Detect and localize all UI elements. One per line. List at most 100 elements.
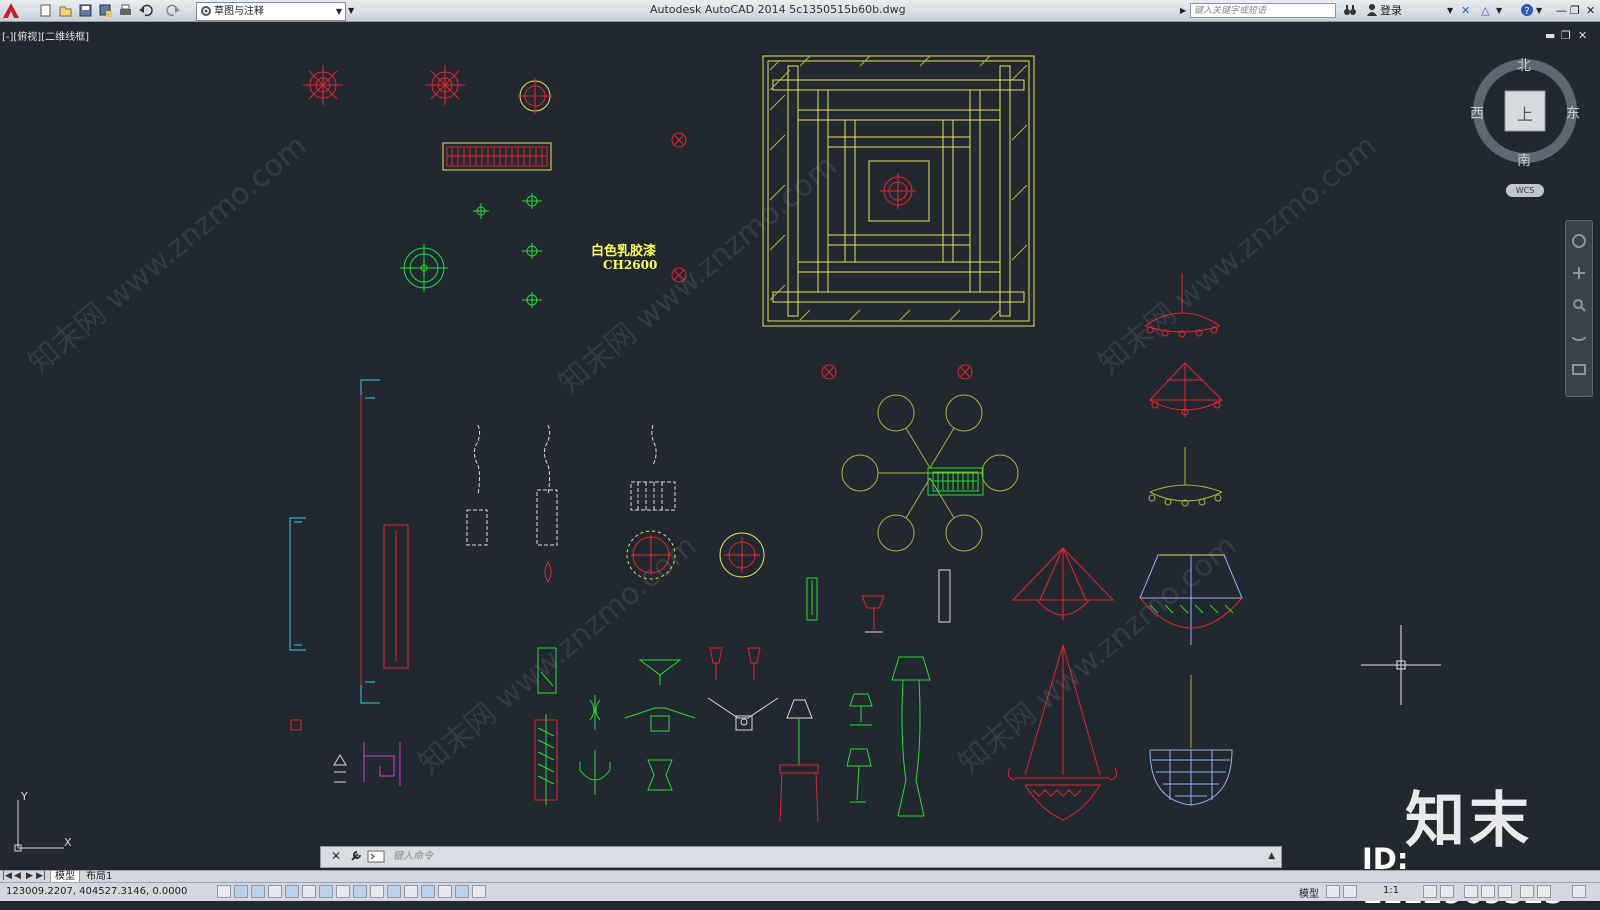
close-command-line-icon[interactable]: ✕ xyxy=(331,849,341,863)
lock-ui-icon[interactable] xyxy=(1481,885,1495,898)
open-file-icon[interactable] xyxy=(58,3,73,18)
last-tab-icon[interactable]: ▶| xyxy=(36,871,46,881)
quick-view-drawings-icon[interactable] xyxy=(1343,885,1357,898)
dynamic-input-toggle[interactable] xyxy=(370,885,384,898)
login-button[interactable]: 登录 xyxy=(1380,3,1402,18)
polar-tracking-toggle[interactable] xyxy=(285,885,299,898)
save-icon[interactable] xyxy=(78,3,93,18)
isolate-objects-icon[interactable] xyxy=(1498,885,1512,898)
close-icon[interactable]: ✕ xyxy=(1586,3,1595,18)
customize-toolbar-icon[interactable]: ▼ xyxy=(348,3,354,18)
wcs-menu[interactable]: WCS xyxy=(1506,184,1544,197)
undo-icon[interactable] xyxy=(138,3,153,18)
workspace-dropdown[interactable]: 草图与注释 ▼ xyxy=(196,2,346,21)
floor-lamp-green-short xyxy=(786,699,813,766)
pendant-cone-red xyxy=(1011,547,1115,620)
viewcube-south[interactable]: 南 xyxy=(1517,150,1531,170)
cross-marker-3 xyxy=(821,364,837,380)
steering-wheel-icon[interactable] xyxy=(1571,233,1587,249)
minimize-icon[interactable]: — xyxy=(1556,3,1567,18)
model-space-button[interactable]: 模型 xyxy=(1299,885,1319,900)
command-prompt-icon[interactable] xyxy=(367,850,385,863)
chandelier-center-grille xyxy=(927,467,984,496)
ortho-mode-toggle[interactable] xyxy=(268,885,282,898)
quick-properties-toggle[interactable] xyxy=(421,885,435,898)
clean-screen-icon[interactable] xyxy=(1537,885,1551,898)
zoom-icon[interactable] xyxy=(1571,297,1587,313)
pan-icon[interactable] xyxy=(1571,265,1587,281)
annotation-monitor-toggle[interactable] xyxy=(455,885,469,898)
viewcube-east[interactable]: 东 xyxy=(1566,103,1580,123)
first-tab-icon[interactable]: |◀ xyxy=(2,871,12,881)
cross-marker-1 xyxy=(671,132,687,148)
pendant-lights-white xyxy=(466,424,676,546)
command-history-icon[interactable]: ▲ xyxy=(1268,851,1275,861)
dynamic-ucs-toggle[interactable] xyxy=(353,885,367,898)
object-snap-tracking-toggle[interactable] xyxy=(336,885,350,898)
quick-view-layouts-icon[interactable] xyxy=(1326,885,1340,898)
auto-scale-icon[interactable] xyxy=(1440,885,1454,898)
a360-icon[interactable]: △ xyxy=(1481,3,1489,18)
round-light-dotted xyxy=(626,530,676,580)
autocad-logo-icon[interactable] xyxy=(2,2,20,19)
hardware-acceleration-icon[interactable] xyxy=(1520,885,1534,898)
infer-constraints-toggle[interactable] xyxy=(217,885,231,898)
snap-mode-toggle[interactable] xyxy=(234,885,248,898)
binoculars-icon[interactable] xyxy=(1343,3,1357,18)
workspace-status-toggle[interactable] xyxy=(472,885,486,898)
small-white-lamp xyxy=(333,754,347,783)
viewcube-north[interactable]: 北 xyxy=(1517,55,1531,75)
drawing-canvas[interactable] xyxy=(0,22,1600,860)
restore-icon[interactable]: ❐ xyxy=(1570,3,1580,18)
annotation-scale[interactable]: 1:1 xyxy=(1383,885,1399,896)
svg-text:?: ? xyxy=(1524,6,1529,17)
spotlight-symbol xyxy=(517,78,553,114)
viewcube-top-face[interactable]: 上 xyxy=(1517,101,1533,125)
object-snap-toggle[interactable] xyxy=(302,885,316,898)
print-icon[interactable] xyxy=(118,3,133,18)
ucs-x-label: X xyxy=(64,836,72,849)
showmotion-icon[interactable] xyxy=(1571,361,1587,377)
orbit-icon[interactable] xyxy=(1571,329,1587,345)
round-light xyxy=(719,532,765,578)
lineweight-toggle[interactable] xyxy=(387,885,401,898)
help-icon[interactable]: ? xyxy=(1520,3,1534,18)
help-chevron-icon[interactable]: ▼ xyxy=(1536,3,1542,18)
exchange-icon[interactable]: ✕ xyxy=(1461,3,1470,18)
command-input[interactable]: 键入命令 xyxy=(393,847,433,867)
wrench-icon[interactable] xyxy=(349,849,363,863)
coordinate-readout: 123009.2207, 404527.3146, 0.0000 xyxy=(6,886,188,897)
wall-light-cyan-1 xyxy=(289,379,380,704)
transparency-toggle[interactable] xyxy=(404,885,418,898)
chandelier-red-large xyxy=(1007,644,1118,821)
chandelier-red-1 xyxy=(1144,273,1221,338)
user-icon[interactable] xyxy=(1366,3,1378,18)
new-file-icon[interactable] xyxy=(38,3,53,18)
wall-lamp-red-green xyxy=(534,714,558,805)
floor-lamp-green-tall xyxy=(891,656,931,817)
viewcube-west[interactable]: 西 xyxy=(1470,103,1484,123)
cross-marker-2 xyxy=(671,267,687,283)
next-tab-icon[interactable]: ▶ xyxy=(26,871,33,881)
workspace-label: 草图与注释 xyxy=(214,6,264,17)
cross-marker-4 xyxy=(957,364,973,380)
search-input[interactable]: 键入关键字或短语 xyxy=(1190,3,1336,18)
selection-cycling-toggle[interactable] xyxy=(438,885,452,898)
annotation-visibility-icon[interactable] xyxy=(1423,885,1437,898)
bowl-chandelier-mixed xyxy=(1139,554,1243,645)
chandelier-arms-plan xyxy=(841,394,1019,552)
title-bar: 草图与注释 ▼ ▼ Autodesk AutoCAD 2014 5c135051… xyxy=(0,0,1600,22)
redo-icon[interactable] xyxy=(166,3,181,18)
sconce-white xyxy=(938,569,951,623)
save-as-icon[interactable] xyxy=(98,3,113,18)
grid-display-toggle[interactable] xyxy=(251,885,265,898)
a360-chevron-icon[interactable]: ▼ xyxy=(1496,3,1502,18)
login-chevron-icon[interactable]: ▼ xyxy=(1447,3,1453,18)
status-bar: 123009.2207, 404527.3146, 0.0000 模型 1:1 xyxy=(0,882,1600,901)
info-center-arrow-icon[interactable]: ▶ xyxy=(1180,3,1186,18)
status-menu-icon[interactable] xyxy=(1572,885,1586,898)
prev-tab-icon[interactable]: ◀ xyxy=(14,871,21,881)
3d-object-snap-toggle[interactable] xyxy=(319,885,333,898)
chandelier-olive xyxy=(1148,447,1223,507)
workspace-switching-icon[interactable] xyxy=(1464,885,1478,898)
